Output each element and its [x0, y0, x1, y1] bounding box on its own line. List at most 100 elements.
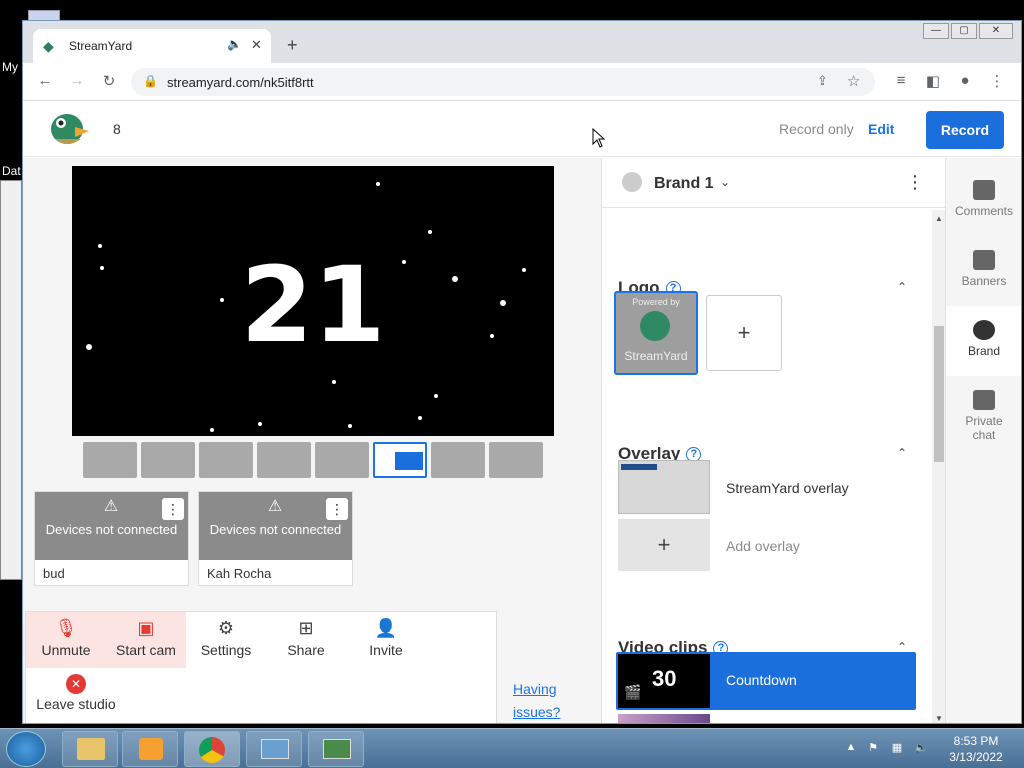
layout-fullscreen-button[interactable] [489, 442, 543, 478]
add-overlay-label[interactable]: Add overlay [726, 538, 800, 554]
media-control-icon[interactable]: ≡ [891, 72, 911, 89]
add-logo-button[interactable]: + [706, 295, 782, 371]
countdown-number: 21 [240, 244, 386, 366]
forward-icon[interactable]: → [67, 72, 87, 89]
layout-leader-button[interactable] [257, 442, 311, 478]
logo-thumb-brand: StreamYard [624, 349, 688, 363]
start-button[interactable] [6, 731, 46, 767]
layout-selector [83, 442, 545, 480]
leave-studio-label: Leave studio [36, 696, 116, 712]
share-label: Share [287, 642, 325, 658]
settings-button[interactable]: ⚙ Settings [186, 612, 266, 668]
unmute-button[interactable]: 🎙 Unmute [26, 612, 106, 668]
background-window[interactable] [0, 180, 22, 580]
close-window-button[interactable]: ✕ [979, 23, 1013, 39]
start-cam-label: Start cam [116, 642, 176, 658]
desktop-icon-label: Dat [2, 164, 21, 178]
address-bar[interactable]: 🔒 streamyard.com/nk5itf8rtt ⇪ ☆ [131, 68, 875, 96]
streamyard-duck-logo [47, 109, 89, 147]
having-issues-link[interactable]: Having issues? [513, 678, 567, 723]
bookmark-star-icon[interactable]: ☆ [847, 72, 860, 90]
clip-thumbnail[interactable] [618, 714, 710, 723]
taskbar-photo-viewer[interactable] [246, 731, 302, 767]
chevron-down-icon[interactable]: ⌄ [720, 175, 730, 189]
overlay-thumbnail[interactable] [618, 460, 710, 514]
add-overlay-button[interactable]: + [618, 519, 710, 571]
collapse-logo-icon[interactable]: ⌃ [897, 280, 907, 294]
speaker-icon[interactable]: 🔈 [227, 37, 242, 51]
taskbar-media-player[interactable] [122, 731, 178, 767]
studio-header: 8 Record only Edit Record [23, 101, 1021, 157]
chrome-icon [199, 737, 225, 763]
nav-private-chat[interactable]: Private chat [946, 376, 1021, 456]
share-page-icon[interactable]: ⇪ [817, 73, 828, 89]
nav-label: Comments [954, 204, 1013, 218]
start-cam-button[interactable]: ▣ Start cam [106, 612, 186, 668]
collapse-overlay-icon[interactable]: ⌃ [897, 446, 907, 460]
clock-date: 3/13/2022 [949, 750, 1003, 764]
maximize-button[interactable]: ▢ [951, 23, 977, 39]
mouse-cursor [592, 127, 606, 153]
minimize-button[interactable]: — [923, 23, 949, 39]
nav-label: Brand [967, 344, 1001, 358]
more-options-icon[interactable]: ⋮ [906, 172, 924, 193]
profile-icon[interactable]: ● [955, 72, 975, 89]
studio-controls: 🎙 Unmute ▣ Start cam ⚙ Settings ⊞ Share … [25, 611, 497, 723]
close-tab-icon[interactable]: ✕ [251, 37, 262, 53]
tab-streamyard[interactable]: ◆ StreamYard 🔈 ✕ [33, 29, 271, 63]
logo-thumbnail[interactable]: Powered by StreamYard [614, 291, 698, 375]
taskbar-clock[interactable]: 8:53 PM 3/13/2022 [940, 733, 1012, 765]
add-person-icon: 👤 [374, 618, 398, 638]
taskbar: ▲ ⚑ ▦ 🔈 8:53 PM 3/13/2022 [0, 728, 1024, 768]
nav-comments[interactable]: Comments [946, 166, 1021, 236]
browser-window: ◆ StreamYard 🔈 ✕ + — ▢ ✕ ← → ↻ 🔒 streamy… [22, 20, 1022, 724]
invite-button[interactable]: 👤 Invite [346, 612, 426, 668]
taskbar-chrome[interactable] [184, 731, 240, 767]
guest-menu-icon[interactable]: ⋮ [162, 498, 184, 520]
tray-volume-icon[interactable]: 🔈 [914, 741, 928, 755]
back-icon[interactable]: ← [35, 72, 55, 89]
guest-menu-icon[interactable]: ⋮ [326, 498, 348, 520]
nav-banners[interactable]: Banners [946, 236, 1021, 306]
palette-icon [973, 320, 995, 340]
layout-cropped-button[interactable] [141, 442, 195, 478]
clip-thumb-number: 30 [652, 666, 677, 691]
guest-status: Devices not connected [45, 522, 178, 537]
layout-group-button[interactable] [199, 442, 253, 478]
edit-link[interactable]: Edit [868, 121, 894, 137]
video-clip-item[interactable]: 30 🎬 Countdown [616, 652, 916, 710]
side-panel-icon[interactable]: ◧ [923, 72, 943, 90]
nav-brand[interactable]: Brand [946, 306, 1021, 376]
panel-scrollbar[interactable]: ▲ ▼ [932, 210, 946, 723]
comment-icon [973, 180, 995, 200]
layout-cinema-button[interactable] [431, 442, 485, 478]
scrollbar-thumb[interactable] [934, 326, 944, 462]
taskbar-explorer[interactable] [62, 731, 118, 767]
new-tab-icon[interactable]: + [287, 35, 298, 56]
duck-favicon-icon: ◆ [43, 38, 54, 54]
layout-picture-in-picture-button[interactable] [373, 442, 427, 478]
side-nav: Comments Banners Brand Private chat [945, 158, 1021, 723]
guest-tile[interactable]: ⚠ Devices not connected ⋮ bud [34, 491, 189, 586]
browser-menu-icon[interactable]: ⋮ [987, 72, 1007, 90]
tray-network-icon[interactable]: ▦ [890, 741, 904, 755]
taskbar-app[interactable] [308, 731, 364, 767]
leave-studio-button[interactable]: ✕ Leave studio [26, 670, 126, 723]
brand-selector[interactable]: Brand 1 [654, 175, 714, 193]
guest-tile[interactable]: ⚠ Devices not connected ⋮ Kah Rocha [198, 491, 353, 586]
reload-icon[interactable]: ↻ [99, 72, 119, 90]
mic-off-icon: 🎙 [54, 618, 78, 638]
tray-flag-icon[interactable]: ⚑ [866, 741, 880, 755]
clock-time: 8:53 PM [953, 734, 999, 748]
private-chat-icon [973, 390, 995, 410]
close-circle-icon: ✕ [66, 674, 86, 694]
gear-icon: ⚙ [217, 618, 235, 638]
layout-solo-button[interactable] [83, 442, 137, 478]
layout-screen-button[interactable] [315, 442, 369, 478]
share-button[interactable]: ⊞ Share [266, 612, 346, 668]
record-button[interactable]: Record [926, 111, 1004, 149]
brand-panel-header: Brand 1 ⌄ ⋮ [602, 158, 946, 208]
tray-expand-icon[interactable]: ▲ [844, 741, 858, 755]
brand-panel: Brand 1 ⌄ ⋮ Logo? ⌃ Powered by StreamYar… [601, 158, 946, 723]
overlay-name[interactable]: StreamYard overlay [726, 480, 849, 496]
